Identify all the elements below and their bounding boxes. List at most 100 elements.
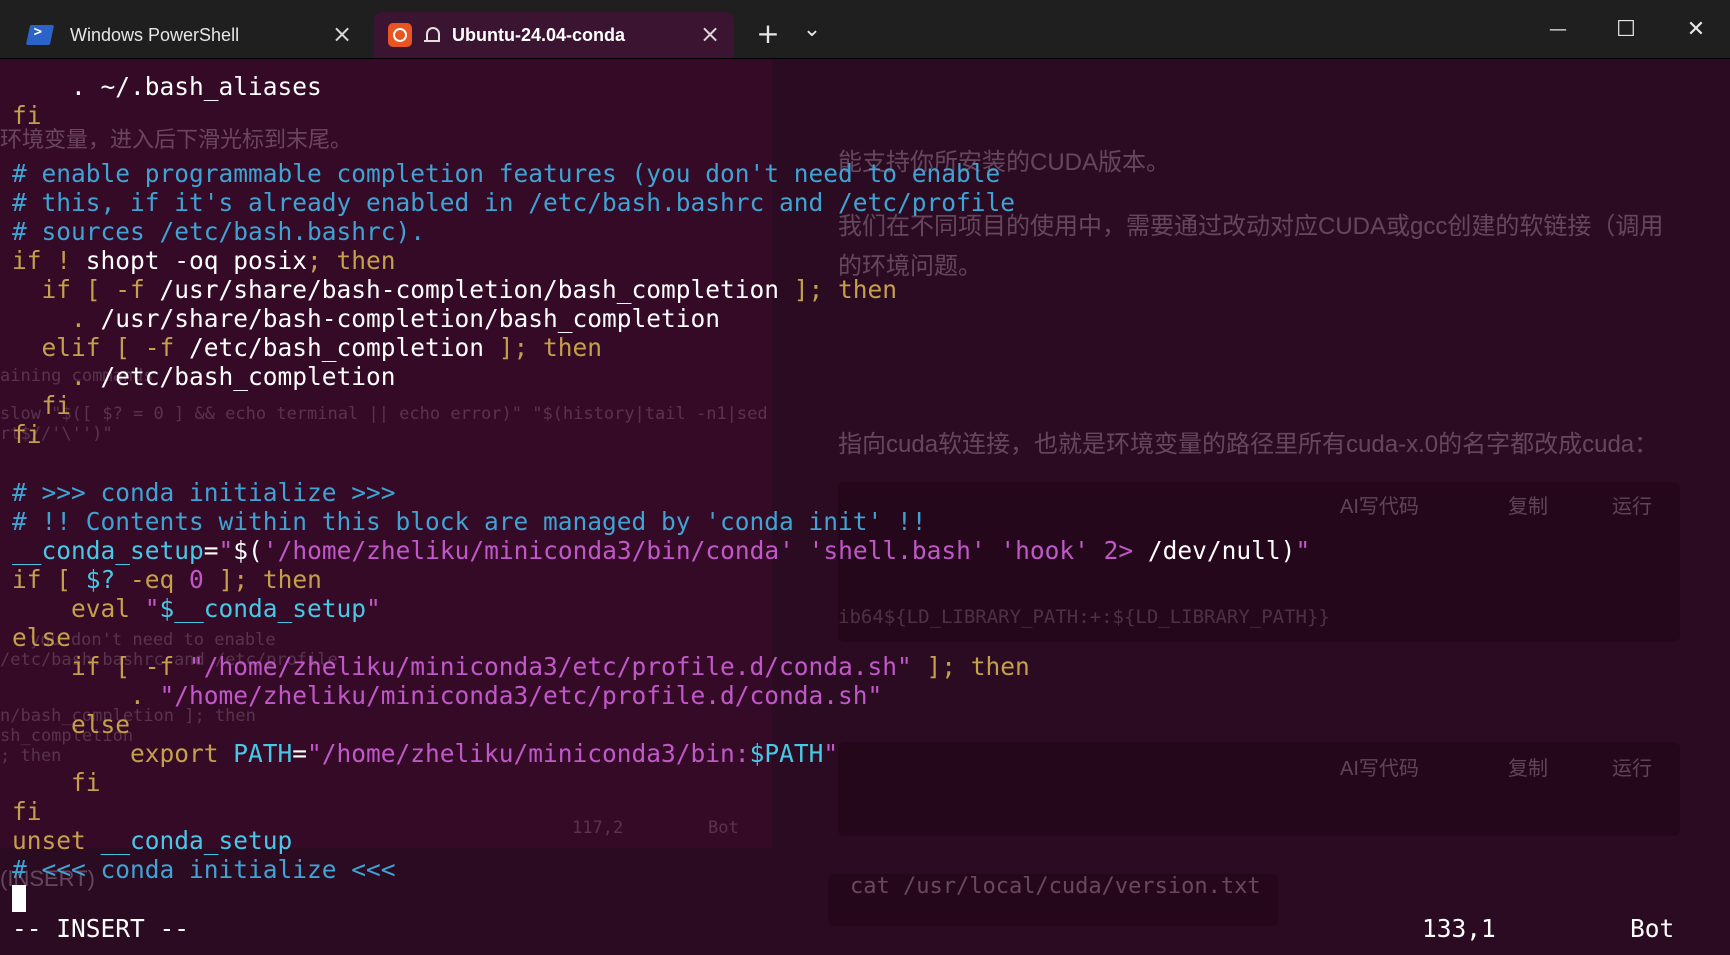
- code-line: fi: [12, 420, 1310, 449]
- background-copy-button: 复制: [1508, 496, 1548, 518]
- code-token: =: [292, 739, 308, 768]
- code-line: else: [12, 623, 1310, 652]
- tab-close-icon[interactable]: ×: [332, 22, 352, 46]
- code-line: . /usr/share/bash-completion/bash_comple…: [12, 304, 1310, 333]
- tab-label: Windows PowerShell: [70, 24, 240, 45]
- code-line: if [ -f "/home/zheliku/miniconda3/etc/pr…: [12, 652, 1310, 681]
- tab-label: Ubuntu-24.04-conda: [452, 24, 626, 45]
- code-token: if [ -f: [12, 275, 160, 304]
- code-token: unset: [12, 826, 101, 855]
- code-token: fi: [12, 768, 101, 797]
- tab-windows-powershell[interactable]: Windows PowerShell ×: [8, 12, 366, 58]
- code-line: # <<< conda initialize <<<: [12, 855, 1310, 884]
- code-token: fi: [12, 101, 42, 130]
- code-token: shopt -oq posix: [85, 246, 308, 275]
- new-tab-button[interactable]: +: [748, 14, 788, 54]
- code-token: # sources /etc/bash.bashrc).: [12, 217, 426, 246]
- background-ai-button: AI写代码: [1340, 758, 1419, 780]
- cursor-position: 133,1: [1422, 914, 1496, 943]
- code-token: # >>> conda initialize >>>: [12, 478, 396, 507]
- code-token: .: [12, 681, 160, 710]
- code-token: # enable programmable completion feature…: [12, 159, 1001, 188]
- close-button[interactable]: ✕: [1668, 8, 1724, 52]
- code-token: 2>: [1103, 536, 1134, 565]
- code-token: $?: [85, 565, 116, 594]
- code-token: ]; then: [779, 275, 898, 304]
- code-token: else: [12, 710, 131, 739]
- code-line: fi: [12, 768, 1310, 797]
- code-line: fi: [12, 101, 1310, 130]
- code-line: . ~/.bash_aliases: [12, 72, 1310, 101]
- code-token: __conda_setup: [100, 826, 293, 855]
- code-token: .: [12, 362, 101, 391]
- ubuntu-icon: [388, 23, 412, 47]
- code-token: "/home/zheliku/miniconda3/bin:: [307, 739, 750, 768]
- background-run-button: 运行: [1612, 496, 1652, 518]
- code-line: . /etc/bash_completion: [12, 362, 1310, 391]
- code-token: $PATH: [749, 739, 824, 768]
- code-token: /etc/bash_completion: [189, 333, 485, 362]
- background-ai-button: AI写代码: [1340, 496, 1419, 518]
- code-token: "/home/zheliku/miniconda3/etc/profile.d/…: [159, 681, 883, 710]
- code-line: export PATH="/home/zheliku/miniconda3/bi…: [12, 739, 1310, 768]
- maximize-button[interactable]: ☐: [1598, 8, 1654, 52]
- code-token: elif [ -f: [12, 333, 190, 362]
- code-line: fi: [12, 797, 1310, 826]
- code-line: # sources /etc/bash.bashrc).: [12, 217, 1310, 246]
- code-token: "/home/zheliku/miniconda3/etc/profile.d/…: [189, 652, 912, 681]
- code-token: 0: [189, 565, 204, 594]
- code-line: __conda_setup="$('/home/zheliku/minicond…: [12, 536, 1310, 565]
- code-token: ]; then: [203, 565, 322, 594]
- title-bar: Windows PowerShell × Ubuntu-24.04-conda …: [0, 0, 1730, 59]
- code-token: PATH: [233, 739, 293, 768]
- code-token: '/home/zheliku/miniconda3/bin/conda': [262, 536, 794, 565]
- code-token: __conda_setup: [12, 536, 204, 565]
- code-token: fi: [12, 420, 42, 449]
- code-line: # !! Contents within this block are mana…: [12, 507, 1310, 536]
- code-token: ": [144, 594, 160, 623]
- code-token: else: [12, 623, 72, 652]
- code-token: # <<< conda initialize <<<: [12, 855, 396, 884]
- code-token: 'shell.bash': [808, 536, 986, 565]
- tab-close-icon[interactable]: ×: [700, 22, 720, 46]
- code-token: # this, if it's already enabled in /etc/…: [12, 188, 1016, 217]
- code-token: /etc/bash_completion: [100, 362, 396, 391]
- code-token: fi: [12, 391, 72, 420]
- code-line: . "/home/zheliku/miniconda3/etc/profile.…: [12, 681, 1310, 710]
- code-token: ": [218, 536, 234, 565]
- code-line: # >>> conda initialize >>>: [12, 478, 1310, 507]
- code-token: 'hook': [1000, 536, 1089, 565]
- code-token: .: [12, 304, 101, 333]
- minimize-button[interactable]: —: [1530, 8, 1586, 52]
- scroll-position: Bot: [1630, 914, 1675, 943]
- code-token: $(: [233, 536, 263, 565]
- code-token: if [: [12, 565, 86, 594]
- code-line: else: [12, 710, 1310, 739]
- code-line: # enable programmable completion feature…: [12, 159, 1310, 188]
- code-token: if [ -f: [12, 652, 190, 681]
- powershell-icon: [25, 25, 55, 45]
- text-cursor: [12, 885, 26, 912]
- background-copy-button: 复制: [1508, 758, 1548, 780]
- code-token: if: [12, 246, 42, 275]
- code-token: ]; then: [484, 333, 603, 362]
- tab-ubuntu-conda[interactable]: Ubuntu-24.04-conda ×: [374, 12, 734, 58]
- tab-dropdown-button[interactable]: ⌄: [792, 10, 832, 50]
- code-line: elif [ -f /etc/bash_completion ]; then: [12, 333, 1310, 362]
- code-token: /dev/null): [1133, 536, 1296, 565]
- mode-indicator: -- INSERT --: [12, 914, 190, 943]
- code-token: ": [823, 739, 839, 768]
- code-token: -eq: [115, 565, 190, 594]
- vim-editor-buffer[interactable]: . ~/.bash_aliases fi # enable programmable…: [12, 72, 1310, 884]
- code-token: fi: [12, 797, 42, 826]
- code-token: # !! Contents within this block are mana…: [12, 507, 927, 536]
- code-token: /usr/share/bash-completion/bash_completi…: [159, 275, 780, 304]
- bell-icon: [424, 26, 440, 44]
- code-token: ": [1295, 536, 1311, 565]
- code-line: fi: [12, 391, 1310, 420]
